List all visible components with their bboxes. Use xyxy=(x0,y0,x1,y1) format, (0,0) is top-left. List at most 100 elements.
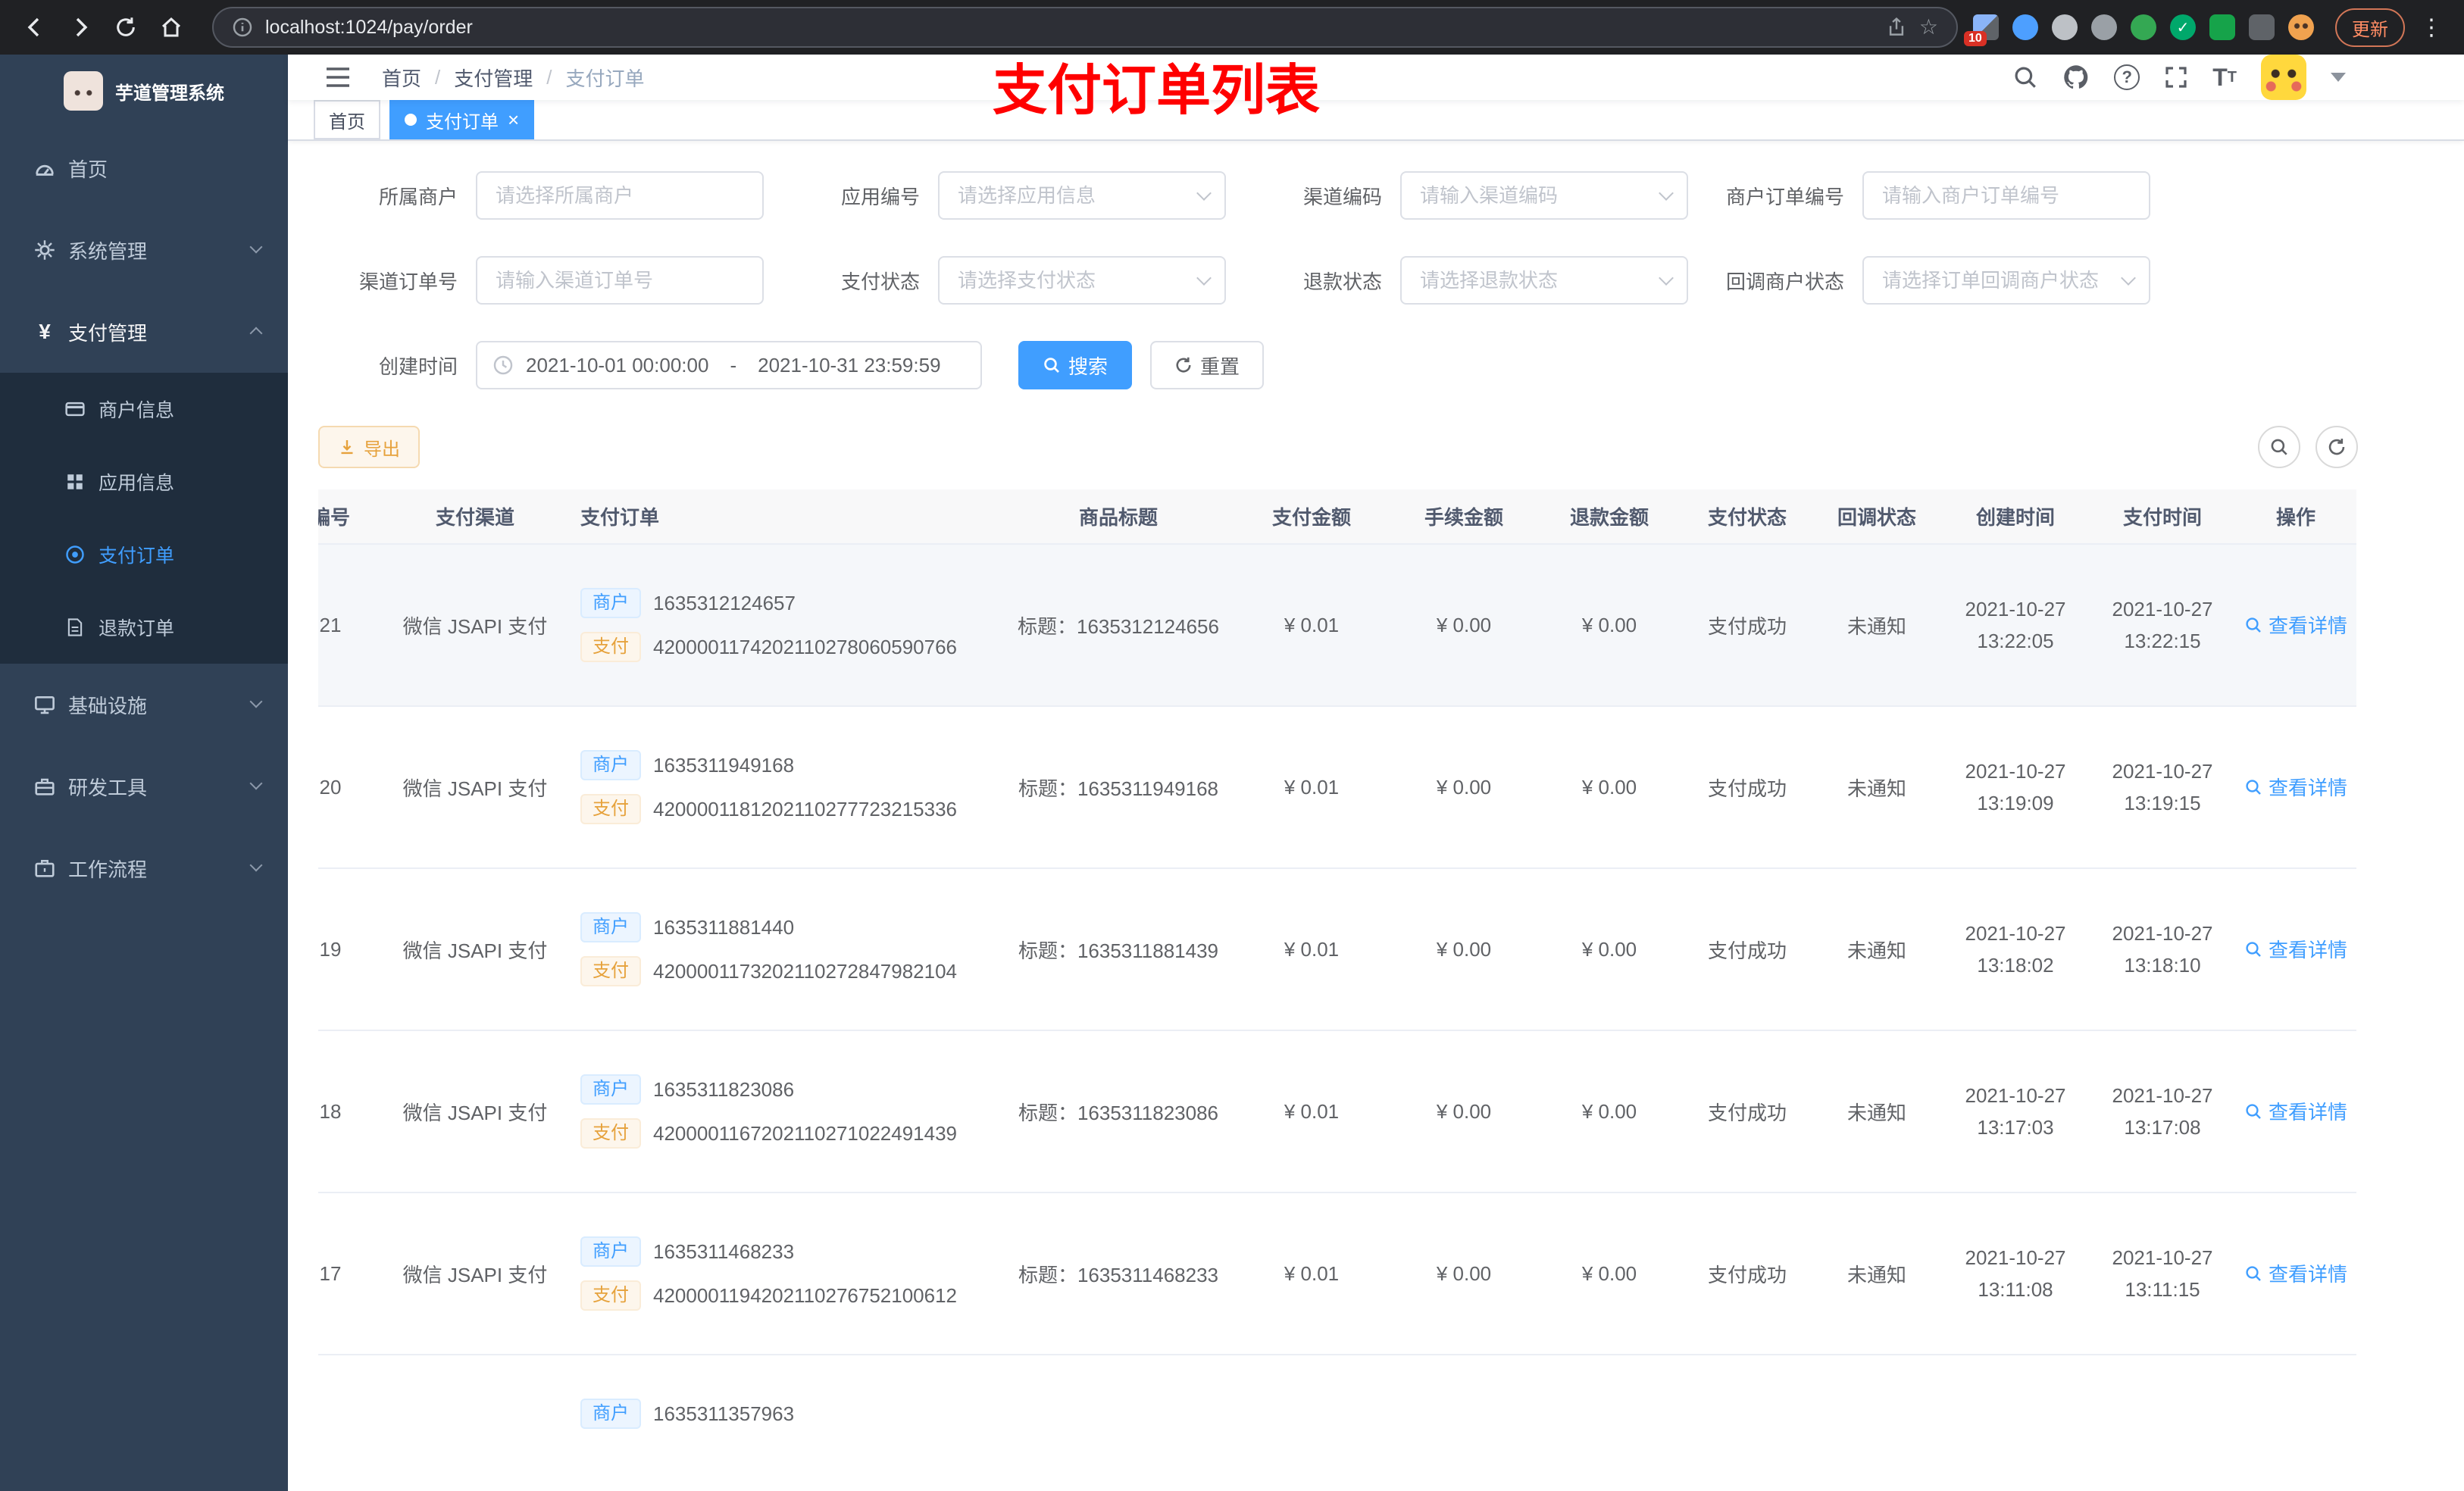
tab-pay-order[interactable]: 支付订单 × xyxy=(389,100,535,139)
filter-field-create-time: 创建时间 2021-10-01 00:00:00 - 2021-10-31 23… xyxy=(318,341,982,389)
cell-title: 标题：1635312124656 xyxy=(1005,544,1232,707)
cell-pay-order: 商户 1635311881440 支付 4200001173202110272847… xyxy=(562,868,1005,1031)
tab-label: 首页 xyxy=(329,111,365,133)
browser-refresh-button[interactable] xyxy=(106,8,145,47)
pay-status-select[interactable] xyxy=(938,256,1226,305)
sidebar-item-home[interactable]: 首页 xyxy=(0,127,288,209)
view-detail-link[interactable]: 查看详情 xyxy=(2244,935,2347,963)
extension-icon[interactable]: ✓ xyxy=(2170,14,2196,40)
search-button[interactable]: 搜索 xyxy=(1018,341,1133,389)
bookmark-star-icon[interactable]: ☆ xyxy=(1919,17,1938,38)
channel-order-no-input[interactable] xyxy=(476,256,764,305)
view-detail-link[interactable]: 查看详情 xyxy=(2244,611,2347,639)
user-avatar[interactable] xyxy=(2261,55,2306,100)
sidebar-item-workflow[interactable]: 工作流程 xyxy=(0,827,288,909)
dashboard-icon xyxy=(33,157,56,180)
field-label: 所属商户 xyxy=(378,185,458,208)
merchant-input[interactable] xyxy=(476,171,764,220)
breadcrumb-pay[interactable]: 支付管理 xyxy=(454,64,533,92)
cell-notify: 未通知 xyxy=(1812,868,1941,1031)
merchant-order-no: 1635311823086 xyxy=(653,1077,795,1101)
merchant-order-no-input[interactable] xyxy=(1862,171,2150,220)
cell-channel: 微信 JSAPI 支付 xyxy=(388,706,562,869)
sidebar-item-refund-order[interactable]: 退款订单 xyxy=(0,591,288,664)
cell-fee xyxy=(1391,1355,1537,1491)
cell-channel: 微信 JSAPI 支付 xyxy=(388,1192,562,1355)
extensions-bar: 10 ✓ xyxy=(1964,14,2314,46)
channel-code-select[interactable] xyxy=(1400,171,1688,220)
tab-close-icon[interactable]: × xyxy=(508,110,519,130)
toggle-search-button[interactable] xyxy=(2258,426,2300,468)
extension-icon[interactable] xyxy=(2131,14,2156,40)
browser-menu-icon[interactable]: ⋮ xyxy=(2414,14,2449,41)
help-icon[interactable]: ? xyxy=(2114,64,2140,90)
export-button[interactable]: 导出 xyxy=(318,426,420,468)
table-row: 19 微信 JSAPI 支付 商户 1635311881440 支付 4200001… xyxy=(318,868,2356,1031)
app-select[interactable] xyxy=(938,171,1226,220)
puzzle-extensions-icon[interactable] xyxy=(2249,14,2275,40)
refresh-icon xyxy=(2328,438,2345,455)
pay-order-no: 4200001174202110278060590766 xyxy=(653,635,958,658)
avatar-caret-icon[interactable] xyxy=(2331,73,2346,82)
date-end: 2021-10-31 23:59:59 xyxy=(758,353,941,377)
browser-home-button[interactable] xyxy=(152,8,191,47)
extension-icon[interactable] xyxy=(2091,14,2117,40)
breadcrumb-separator: / xyxy=(546,65,552,89)
sidebar-item-pay-order[interactable]: 支付订单 xyxy=(0,518,288,591)
browser-update-button[interactable]: 更新 xyxy=(2335,8,2405,47)
share-icon[interactable] xyxy=(1886,17,1907,38)
extension-icon[interactable]: 10 xyxy=(1964,14,1999,46)
profile-avatar-icon[interactable] xyxy=(2288,14,2314,40)
sidebar-item-infra[interactable]: 基础设施 xyxy=(0,664,288,746)
col-pay-order: 支付订单 xyxy=(562,489,1005,545)
site-info-icon xyxy=(233,17,252,37)
tab-home[interactable]: 首页 xyxy=(314,100,380,139)
sidebar-item-merchant-info[interactable]: 商户信息 xyxy=(0,373,288,445)
refresh-table-button[interactable] xyxy=(2315,426,2358,468)
notify-status-select[interactable] xyxy=(1862,256,2150,305)
col-create-time: 创建时间 xyxy=(1941,489,2090,545)
sidebar-item-app-info[interactable]: 应用信息 xyxy=(0,445,288,518)
sidebar-item-label: 应用信息 xyxy=(98,473,175,494)
sidebar-item-label: 研发工具 xyxy=(68,776,148,799)
monitor-icon xyxy=(33,693,56,716)
breadcrumb-home[interactable]: 首页 xyxy=(382,64,421,92)
navbar: 首页 / 支付管理 / 支付订单 支付订单列表 ? T T xyxy=(288,55,2464,121)
view-detail-link[interactable]: 查看详情 xyxy=(2244,1097,2347,1125)
reset-button[interactable]: 重置 xyxy=(1150,341,1265,389)
active-dot-icon xyxy=(405,114,417,126)
document-icon xyxy=(64,616,86,639)
search-icon[interactable] xyxy=(2012,64,2038,90)
browser-back-button[interactable] xyxy=(15,8,55,47)
extension-icon[interactable] xyxy=(2012,14,2038,40)
cell-title: 标题：1635311949168 xyxy=(1005,706,1232,869)
sidebar-fold-icon[interactable] xyxy=(318,59,358,95)
extension-icon[interactable] xyxy=(2052,14,2078,40)
merchant-tag: 商户 xyxy=(580,1236,641,1267)
extension-icon[interactable] xyxy=(2209,14,2235,40)
pay-tag: 支付 xyxy=(580,632,641,662)
date-range-picker[interactable]: 2021-10-01 00:00:00 - 2021-10-31 23:59:5… xyxy=(476,341,982,389)
col-actions: 操作 xyxy=(2235,489,2356,545)
view-detail-link[interactable]: 查看详情 xyxy=(2244,773,2347,801)
sidebar-item-dev-tools[interactable]: 研发工具 xyxy=(0,746,288,827)
cell-id: 20 xyxy=(318,706,388,869)
view-detail-link[interactable]: 查看详情 xyxy=(2244,1259,2347,1287)
merchant-tag: 商户 xyxy=(580,588,641,618)
filter-field-pay-status: 支付状态 xyxy=(780,256,1226,305)
cell-create-time: 2021-10-27 13:18:02 xyxy=(1941,868,2090,1031)
refund-status-select[interactable] xyxy=(1400,256,1688,305)
download-icon xyxy=(341,440,353,455)
sidebar-item-label: 系统管理 xyxy=(68,239,148,263)
font-size-icon[interactable]: TT xyxy=(2212,65,2237,89)
fullscreen-icon[interactable] xyxy=(2164,65,2188,89)
address-bar[interactable]: localhost:1024/pay/order ☆ xyxy=(212,7,1958,48)
github-icon[interactable] xyxy=(2062,64,2090,91)
cell-id: 21 xyxy=(318,544,388,707)
sidebar-item-system[interactable]: 系统管理 xyxy=(0,209,288,291)
sidebar-item-pay[interactable]: ¥ 支付管理 xyxy=(0,291,288,373)
browser-forward-button[interactable] xyxy=(61,8,100,47)
col-channel: 支付渠道 xyxy=(388,489,562,545)
navbar-actions: ? TT xyxy=(2012,55,2464,100)
app-logo[interactable]: 芋道管理系统 xyxy=(0,55,288,127)
